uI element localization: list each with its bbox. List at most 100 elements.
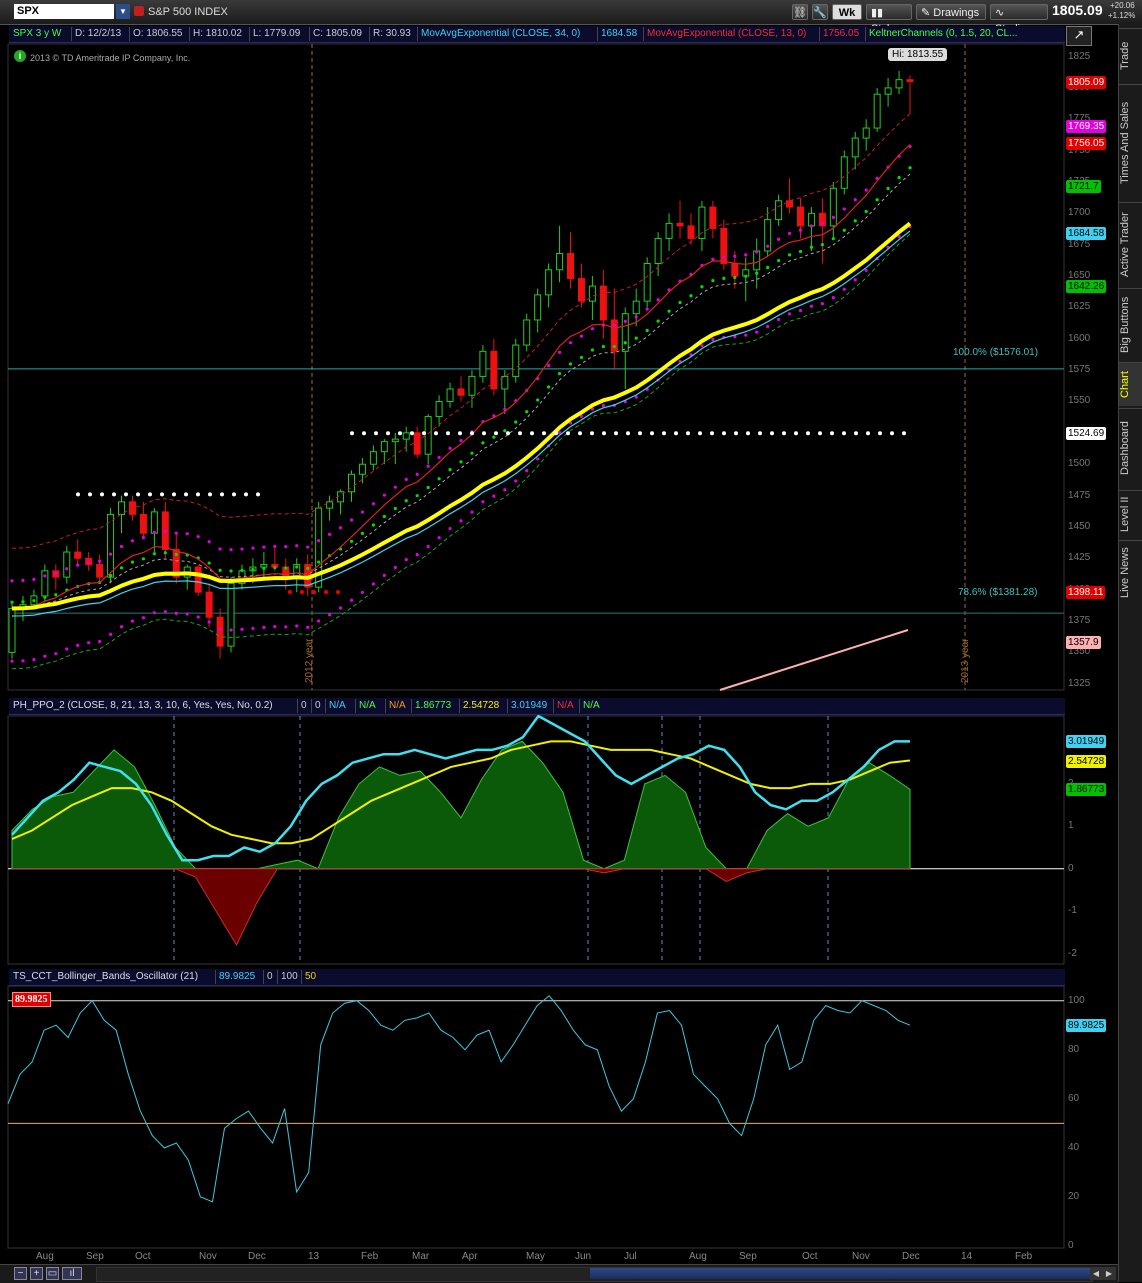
scroll-thumb[interactable] xyxy=(590,1268,1090,1279)
keltner-dot-lower xyxy=(536,457,540,461)
tab-trade[interactable]: Trade xyxy=(1119,28,1142,82)
keltner-dot-lower xyxy=(98,639,102,644)
zoom-in-icon[interactable]: + xyxy=(30,1267,43,1280)
keltner-dot-lower xyxy=(744,333,748,337)
support-dot xyxy=(362,431,366,436)
keltner-dot-mid xyxy=(755,271,759,275)
x-tick-label: Feb xyxy=(1015,1251,1033,1262)
keltner-dot-mid xyxy=(536,398,540,402)
keltner-dot-lower xyxy=(776,317,781,322)
resistance-dot xyxy=(196,492,200,497)
tab-big-buttons[interactable]: Big Buttons xyxy=(1119,288,1142,360)
bars-icon[interactable]: ıl xyxy=(62,1267,82,1280)
keltner-dot-lower xyxy=(809,304,814,308)
fit-icon[interactable]: ▭ xyxy=(46,1267,59,1280)
scroll-left-icon[interactable]: ◀ xyxy=(1090,1267,1102,1280)
resistance-dot xyxy=(208,492,212,497)
price-tag: 1524.69 xyxy=(1066,427,1107,441)
keltner-dot-lower xyxy=(108,632,113,636)
ppo-v2: 0 xyxy=(315,700,321,711)
tab-times-and-sales[interactable]: Times And Sales xyxy=(1119,84,1142,200)
x-tick-label: Oct xyxy=(802,1251,818,1262)
keltner-dot-lower xyxy=(787,312,792,316)
support-dot xyxy=(698,431,702,436)
fib-786-label: 78.6% ($1381.28) xyxy=(958,587,1038,598)
keltner-dot-upper xyxy=(656,298,660,302)
keltner-dot-mid xyxy=(842,228,846,232)
x-tick-label: Feb xyxy=(361,1251,379,1262)
price-tag: 1805.09 xyxy=(1066,75,1107,89)
keltner-dot-mid xyxy=(766,265,770,270)
candle-body xyxy=(446,388,454,402)
candle-body xyxy=(851,137,859,158)
keltner-dot-mid xyxy=(306,566,310,570)
ppo-study-name[interactable]: PH_PPO_2 (CLOSE, 8, 21, 13, 3, 10, 6, Ye… xyxy=(13,700,273,711)
keltner-dot-upper xyxy=(207,540,211,544)
support-dot xyxy=(494,431,498,436)
keltner-dot-upper xyxy=(119,544,124,549)
price-tag: 1684.58 xyxy=(1066,226,1107,240)
tab-live-news[interactable]: Live News xyxy=(1119,540,1142,604)
tab-level-ii[interactable]: Level II xyxy=(1119,490,1142,538)
year-2012-label: 2012 year xyxy=(304,638,315,683)
keltner-dot-mid xyxy=(612,344,616,349)
bbo-value: 89.9825 xyxy=(219,971,256,982)
y-tick-label: 1625 xyxy=(1068,301,1091,313)
keltner-dot-lower xyxy=(853,278,857,282)
tab-dashboard[interactable]: Dashboard xyxy=(1119,408,1142,488)
candle-body xyxy=(545,269,553,296)
support-dot xyxy=(806,431,810,436)
candle-body xyxy=(884,87,892,95)
support-dot xyxy=(842,431,846,436)
keltner-dot-upper xyxy=(842,207,846,211)
support-dot xyxy=(710,431,714,436)
keltner-dot-mid xyxy=(776,258,781,263)
ppo-histogram-negative xyxy=(11,868,911,947)
keltner-dot-lower xyxy=(601,403,605,408)
keltner-dot-mid xyxy=(897,175,901,180)
keltner-dot-mid xyxy=(908,166,912,170)
keltner-dot-mid xyxy=(514,420,518,424)
x-tick-label: Dec xyxy=(248,1251,266,1262)
keltner-dot-mid xyxy=(262,566,266,571)
keltner-dot-lower xyxy=(371,582,375,586)
x-tick-label: Oct xyxy=(135,1251,151,1262)
zoom-out-icon[interactable]: − xyxy=(14,1267,27,1280)
support-dot xyxy=(518,431,522,436)
price-tag: 1769.35 xyxy=(1066,120,1107,134)
price-tag: 1398.11 xyxy=(1066,586,1106,600)
keltner-dot-upper xyxy=(787,231,792,236)
support-dot xyxy=(734,431,738,436)
tab-chart[interactable]: Chart xyxy=(1119,362,1142,406)
ppo-v3: N/A xyxy=(329,700,346,711)
candle-body xyxy=(807,212,815,227)
stop-dot xyxy=(287,589,293,595)
high-callout: Hi: 1813.55 xyxy=(888,48,948,61)
keltner-dot-lower xyxy=(229,628,233,632)
keltner-dot-mid xyxy=(700,285,704,289)
keltner-dot-lower xyxy=(503,488,507,492)
price-frame xyxy=(7,43,1065,691)
keltner-dot-lower xyxy=(327,613,332,617)
keltner-dot-lower xyxy=(130,619,135,623)
info-icon[interactable]: i xyxy=(14,50,26,62)
bbo-study-name[interactable]: TS_CCT_Bollinger_Bands_Oscillator (21) xyxy=(13,971,198,982)
candle-body xyxy=(895,79,903,89)
y-tick-label: 1600 xyxy=(1068,332,1091,344)
y-tick-label: 1375 xyxy=(1068,615,1091,626)
support-dot xyxy=(554,431,558,436)
keltner-dot-mid xyxy=(875,198,879,202)
ppo-histogram-positive xyxy=(11,740,911,870)
resistance-dot xyxy=(124,492,128,497)
scroll-right-icon[interactable]: ▶ xyxy=(1102,1267,1116,1280)
tab-active-trader[interactable]: Active Trader xyxy=(1119,202,1142,286)
keltner-dot-mid xyxy=(404,499,408,503)
keltner-dot-upper xyxy=(744,253,748,257)
support-dot xyxy=(770,431,774,436)
keltner-dot-upper xyxy=(722,255,726,259)
x-tick-label: Sep xyxy=(86,1251,104,1262)
keltner-dot-lower xyxy=(842,287,846,291)
keltner-dot-mid xyxy=(809,245,814,249)
y-tick-label: 1450 xyxy=(1068,520,1091,532)
keltner-dot-upper xyxy=(229,548,233,552)
